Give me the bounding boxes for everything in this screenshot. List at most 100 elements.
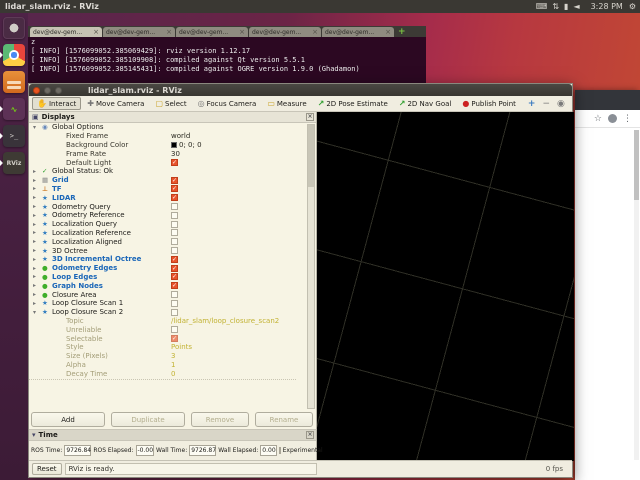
expander-icon[interactable]: ▸ [33, 229, 42, 236]
checkbox[interactable]: ✓ [171, 159, 178, 166]
tree-row-value[interactable] [171, 229, 178, 238]
expander-icon[interactable]: ▸ [33, 203, 42, 210]
battery-icon[interactable]: ▮ [564, 2, 568, 11]
checkbox[interactable]: ✓ [171, 273, 178, 280]
checkbox[interactable] [171, 326, 178, 333]
expander-icon[interactable]: ▸ [33, 238, 42, 245]
browser-window[interactable]: ☆ ⋮ [575, 90, 640, 480]
tree-row[interactable]: ▸★Odometry Reference [29, 211, 306, 220]
terminal-tab[interactable]: dev@dev-gem...× [176, 27, 248, 37]
tree-row-value[interactable]: ✓ [171, 334, 178, 343]
tool-move-camera-button[interactable]: ✚Move Camera [82, 97, 149, 110]
keyboard-icon[interactable]: ⌨ [536, 2, 548, 11]
gear-icon[interactable]: ⚙ [629, 2, 636, 11]
time-field-value[interactable]: 9726.87 [189, 445, 216, 456]
tool-publish-point-button[interactable]: ●Publish Point [457, 97, 521, 110]
checkbox[interactable]: ✓ [171, 256, 178, 263]
tree-row-value[interactable] [171, 211, 178, 220]
tree-row-value[interactable]: 1 [171, 361, 175, 370]
checkbox[interactable]: ✓ [171, 335, 178, 342]
terminal-tab[interactable]: dev@dev-gem...× [30, 27, 102, 37]
tree-row-value[interactable]: ✓ [171, 264, 178, 273]
browser-menu-icon[interactable]: ⋮ [623, 114, 632, 124]
displays-panel-header[interactable]: ▣ Displays × [29, 112, 316, 123]
scrollbar-thumb[interactable] [308, 125, 314, 187]
expander-icon[interactable]: ▸ [33, 194, 42, 201]
checkbox[interactable] [171, 212, 178, 219]
tab-close-icon[interactable]: × [385, 28, 391, 36]
expander-icon[interactable]: ▸ [33, 300, 42, 307]
tree-row-value[interactable] [171, 202, 178, 211]
checkbox[interactable]: ✓ [171, 185, 178, 192]
tree-row[interactable]: ▸★3D Octree [29, 246, 306, 255]
tree-row[interactable]: ▸●Odometry Edges✓ [29, 264, 306, 273]
tree-row-value[interactable]: 3 [171, 352, 175, 361]
tree-row[interactable]: ▾★Loop Closure Scan 2 [29, 308, 306, 317]
tree-row-value[interactable] [171, 290, 178, 299]
terminal-tab[interactable]: dev@dev-gem...× [322, 27, 394, 37]
new-tab-button[interactable]: + [398, 27, 406, 37]
tree-row[interactable]: ▾◉Global Options [29, 123, 306, 132]
terminal-window[interactable]: dev@dev-gem...×dev@dev-gem...×dev@dev-ge… [28, 26, 426, 83]
tree-row-value[interactable]: ✓ [171, 158, 178, 167]
tree-row-value[interactable] [171, 220, 178, 229]
tree-row[interactable]: Decay Time0 [29, 369, 306, 378]
tree-row[interactable]: Alpha1 [29, 361, 306, 370]
expander-icon[interactable]: ▸ [33, 221, 42, 228]
checkbox[interactable] [171, 238, 178, 245]
browser-scrollbar[interactable] [634, 130, 639, 460]
tool-pose-estimate-button[interactable]: ↗2D Pose Estimate [313, 97, 393, 110]
expander-icon[interactable]: ▸ [33, 177, 42, 184]
reset-button[interactable]: Reset [32, 463, 62, 475]
value-text[interactable]: /lidar_slam/loop_closure_scan2 [171, 317, 279, 325]
value-text[interactable]: 1 [171, 361, 175, 369]
tree-row[interactable]: Frame Rate30 [29, 149, 306, 158]
maximize-button[interactable] [55, 87, 62, 94]
tree-row-value[interactable]: 30 [171, 149, 180, 158]
tree-row-value[interactable]: ✓ [171, 255, 178, 264]
tree-row[interactable]: ▸★Localization Aligned [29, 237, 306, 246]
checkbox[interactable]: ✓ [171, 177, 178, 184]
tree-row[interactable]: ▸★LIDAR✓ [29, 193, 306, 202]
close-button[interactable] [33, 87, 40, 94]
add-button[interactable]: Add [31, 412, 105, 427]
tab-close-icon[interactable]: × [166, 28, 172, 36]
expander-icon[interactable]: ▸ [33, 291, 42, 298]
expander-icon[interactable]: ▸ [33, 282, 42, 289]
system-tray[interactable]: ⌨⇅▮◄ 3:28 PM ⚙ [536, 2, 636, 11]
checkbox[interactable] [171, 221, 178, 228]
tree-row-value[interactable]: ✓ [171, 193, 178, 202]
tree-row[interactable]: ▸★3D Incremental Octree✓ [29, 255, 306, 264]
time-field-value[interactable]: -0.00 [136, 445, 155, 456]
tool-measure-button[interactable]: ▭Measure [262, 97, 311, 110]
render-viewport[interactable] [317, 112, 574, 461]
checkbox[interactable] [171, 247, 178, 254]
tree-row-value[interactable]: 0; 0; 0 [171, 141, 202, 150]
add-tool-button[interactable]: + [528, 99, 536, 109]
rviz-titlebar[interactable]: lidar_slam.rviz - RViz [29, 84, 572, 96]
expander-icon[interactable]: ▾ [33, 124, 42, 131]
value-text[interactable]: 0; 0; 0 [179, 141, 202, 149]
value-text[interactable]: world [171, 132, 190, 140]
checkbox[interactable] [171, 300, 178, 307]
tree-row[interactable]: ▸⊥TF✓ [29, 185, 306, 194]
expander-icon[interactable]: ▸ [33, 185, 42, 192]
terminal-tab[interactable]: dev@dev-gem...× [249, 27, 321, 37]
checkbox[interactable] [171, 203, 178, 210]
tree-row[interactable]: Default Light✓ [29, 158, 306, 167]
expander-icon[interactable]: ▸ [33, 265, 42, 272]
tree-row[interactable]: Unreliable [29, 325, 306, 334]
checkbox[interactable] [171, 291, 178, 298]
close-icon[interactable]: × [306, 431, 314, 439]
tree-row-value[interactable]: /lidar_slam/loop_closure_scan2 [171, 317, 279, 326]
launcher-item-rviz[interactable]: RViz [0, 151, 28, 178]
tree-row[interactable]: ▸▦Grid✓ [29, 176, 306, 185]
remove-button[interactable]: Remove [191, 412, 249, 427]
tool-select-button[interactable]: ▢Select [150, 97, 191, 110]
tree-row-value[interactable] [171, 237, 178, 246]
value-text[interactable]: 3 [171, 352, 175, 360]
launcher-item-system-monitor[interactable]: ∿ [0, 97, 28, 124]
tool-nav-goal-button[interactable]: ↗2D Nav Goal [394, 97, 457, 110]
checkbox[interactable]: ✓ [171, 194, 178, 201]
tree-row-value[interactable]: ✓ [171, 273, 178, 282]
